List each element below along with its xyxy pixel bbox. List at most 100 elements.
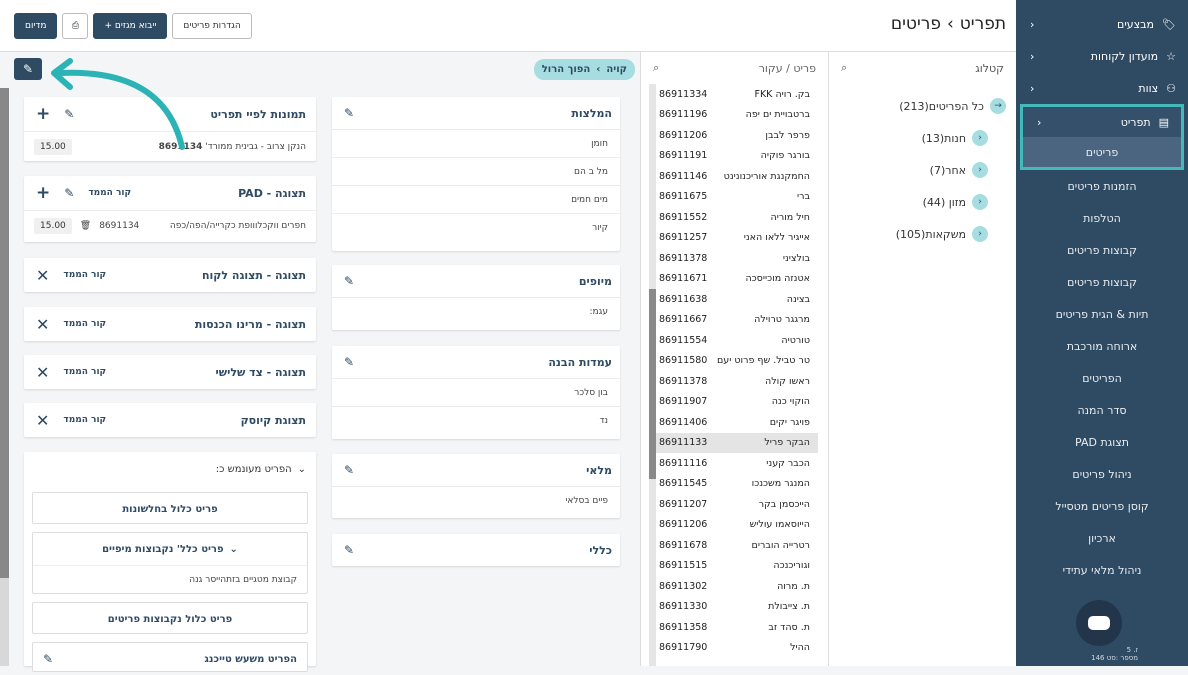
close-icon[interactable]: ✕ [36, 315, 49, 334]
sidebar-subitem[interactable]: ניהול מלאי עתידי [1016, 554, 1188, 586]
trash-icon[interactable]: 🗑 [80, 221, 91, 231]
item-code: 86911302 [659, 580, 708, 592]
pencil-icon[interactable]: ✎ [344, 543, 354, 557]
sidebar-item-menu[interactable]: ▤ תפריט ‹ [1023, 107, 1181, 137]
sidebar-subitem[interactable]: ארוחה מורכבת [1016, 330, 1188, 362]
item-row[interactable]: חיל מוריה 86911552 [649, 207, 818, 228]
export-icon-button[interactable]: ⎙ [62, 13, 89, 39]
item-row[interactable]: מרגגר טרוילה 86911667 [649, 310, 818, 331]
item-row[interactable]: ת. סהד זב 86911358 [649, 617, 818, 638]
edit-item-button[interactable]: ✎ [14, 58, 42, 80]
item-row[interactable]: ברטבויית ים יפה 86911196 [649, 105, 818, 126]
title-part-menu[interactable]: תפריט [960, 14, 1006, 34]
scrollbar-thumb[interactable] [0, 88, 9, 578]
item-name: מרגגר טרוילה [754, 314, 810, 326]
group-row: מל ב הם [332, 157, 620, 185]
sidebar-item-promotions[interactable]: 🏷 מבצעים ‹ [1016, 8, 1188, 40]
item-code: 86911116 [659, 457, 708, 469]
item-row[interactable]: ההיל 86911790 [649, 638, 818, 659]
sidebar-subitem-items[interactable]: פריטים [1023, 137, 1181, 167]
view-link[interactable]: קור הממד [63, 415, 106, 425]
item-row[interactable]: וגוריכנכה 86911515 [649, 556, 818, 577]
item-name: וגוריכנכה [773, 560, 810, 572]
item-row[interactable]: פרפר לבבן 86911206 [649, 125, 818, 146]
item-row[interactable]: החמקנגת אוריכנונינט 86911146 [649, 166, 818, 187]
sidebar-subitem[interactable]: הטלפות [1016, 202, 1188, 234]
left-scrollbar[interactable] [0, 88, 9, 666]
scrollbar[interactable] [649, 84, 656, 666]
item-row[interactable]: ת. צייבולת 86911330 [649, 597, 818, 618]
tree-item[interactable]: ‹ אחר(7) [829, 154, 1016, 186]
tree-item-all[interactable]: → כל הפריטים(213) [829, 90, 1016, 122]
view-link[interactable]: קור הממד [63, 367, 106, 377]
pencil-icon[interactable]: ✎ [344, 274, 354, 288]
search-icon[interactable]: ⌕ [653, 61, 659, 75]
item-row[interactable]: פויגר יקים 86911406 [649, 412, 818, 433]
items-search[interactable]: פריט / עקור ⌕ [641, 52, 828, 84]
tree-item[interactable]: ‹ משקאות(105) [829, 218, 1016, 250]
item-row[interactable]: בורגר פוקיה 86911191 [649, 146, 818, 167]
pencil-icon[interactable]: ✎ [344, 355, 354, 369]
item-row[interactable]: בק. רויה FKK 86911334 [649, 84, 818, 105]
settings-button[interactable]: הגדרות פריטים [172, 13, 252, 39]
item-row[interactable]: רטרייה הוברים 86911678 [649, 535, 818, 556]
breadcrumb-category[interactable]: קויה [606, 64, 627, 75]
close-icon[interactable]: ✕ [36, 363, 49, 382]
plus-icon[interactable]: + [36, 183, 50, 203]
items-search-input[interactable]: פריט / עקור [759, 62, 816, 75]
item-row[interactable]: אייגיר ללאו האני 86911257 [649, 228, 818, 249]
group-title: עמדות הבנה [548, 355, 612, 369]
sidebar-subitem[interactable]: קבוצות פריטים [1016, 266, 1188, 298]
chat-button[interactable] [1076, 600, 1122, 646]
close-icon[interactable]: ✕ [36, 411, 49, 430]
item-row[interactable]: ת. מרוה 86911302 [649, 576, 818, 597]
pad-qty[interactable]: 15.00 [34, 217, 72, 234]
sidebar-subitem[interactable]: הזמנות פריטים [1016, 170, 1188, 202]
linked-sub-card[interactable]: פריט כלול נקבוצות פריטים [32, 602, 308, 634]
tree-item[interactable]: ‹ חנות(13) [829, 122, 1016, 154]
item-row[interactable]: הייכסמן בקר 86911207 [649, 494, 818, 515]
pencil-icon[interactable]: ✎ [43, 652, 53, 666]
item-row[interactable]: הוקוי כנה 86911907 [649, 392, 818, 413]
item-row[interactable]: ברי 86911675 [649, 187, 818, 208]
item-name: טורטיה [781, 334, 810, 346]
item-row[interactable]: הכבר קעני 86911116 [649, 453, 818, 474]
item-row[interactable]: טורטיה 86911554 [649, 330, 818, 351]
linked-sub-card[interactable]: הפריט משעש טייכנג ✎ [32, 642, 308, 672]
sidebar-item-club[interactable]: ☆ מועדון לקוחות ‹ [1016, 40, 1188, 72]
pencil-icon[interactable]: ✎ [344, 463, 354, 477]
sidebar-subitem[interactable]: הפריטים [1016, 362, 1188, 394]
sidebar-subitem[interactable]: ניהול פריטים [1016, 458, 1188, 490]
sidebar-subitem[interactable]: ארכיון [1016, 522, 1188, 554]
sidebar-subitem[interactable]: תצוגת PAD [1016, 426, 1188, 458]
item-row[interactable]: המנגר משכנכו 86911545 [649, 474, 818, 495]
sidebar-subitem[interactable]: קבוצות פריטים [1016, 234, 1188, 266]
item-row[interactable]: טר טביל. שף פרוט יעם 86911580 [649, 351, 818, 372]
sidebar-subitem[interactable]: סדר המנה [1016, 394, 1188, 426]
tree-item[interactable]: ‹ מזון (44) [829, 186, 1016, 218]
item-row[interactable]: בולציני 86911378 [649, 248, 818, 269]
item-row[interactable]: ראשו קולה 86911378 [649, 371, 818, 392]
close-icon[interactable]: ✕ [36, 266, 49, 285]
item-row[interactable]: הייוסאמו עוליש 86911206 [649, 515, 818, 536]
import-button[interactable]: + ייבוא מגזים [93, 13, 168, 39]
linked-sub-card[interactable]: ⌄ פריט כלל' נקבוצות מיפיים קבוצת מטגיים ב… [32, 532, 308, 594]
scrollbar-thumb[interactable] [649, 289, 656, 479]
linked-sub-card[interactable]: פריט כלול בחלשונות [32, 492, 308, 524]
view-link[interactable]: קור הממד [63, 270, 106, 280]
item-row[interactable]: הבקר פריל 86911133 [649, 432, 818, 453]
pencil-icon[interactable]: ✎ [64, 186, 74, 200]
sidebar-subitem[interactable]: תיות & הגית פריטים [1016, 298, 1188, 330]
sync-button[interactable]: מדיום [14, 13, 58, 39]
sidebar-subitem[interactable]: קוסן פריטים מטסייל [1016, 490, 1188, 522]
sidebar-item-team[interactable]: ⚇ צוות ‹ [1016, 72, 1188, 104]
pad-link[interactable]: קור הממד [88, 188, 131, 198]
pencil-icon[interactable]: ✎ [344, 106, 354, 120]
search-icon[interactable]: ⌕ [841, 61, 847, 75]
item-row[interactable]: בצינה 86911638 [649, 289, 818, 310]
item-code: 86911406 [659, 416, 708, 428]
item-row[interactable]: אטנזה מוכייסכה 86911671 [649, 269, 818, 290]
catalog-search[interactable]: קטלוג ⌕ [829, 52, 1016, 84]
linked-header[interactable]: ⌄ הפריט מעונמש כ: [24, 452, 316, 486]
view-link[interactable]: קור הממד [63, 319, 106, 329]
